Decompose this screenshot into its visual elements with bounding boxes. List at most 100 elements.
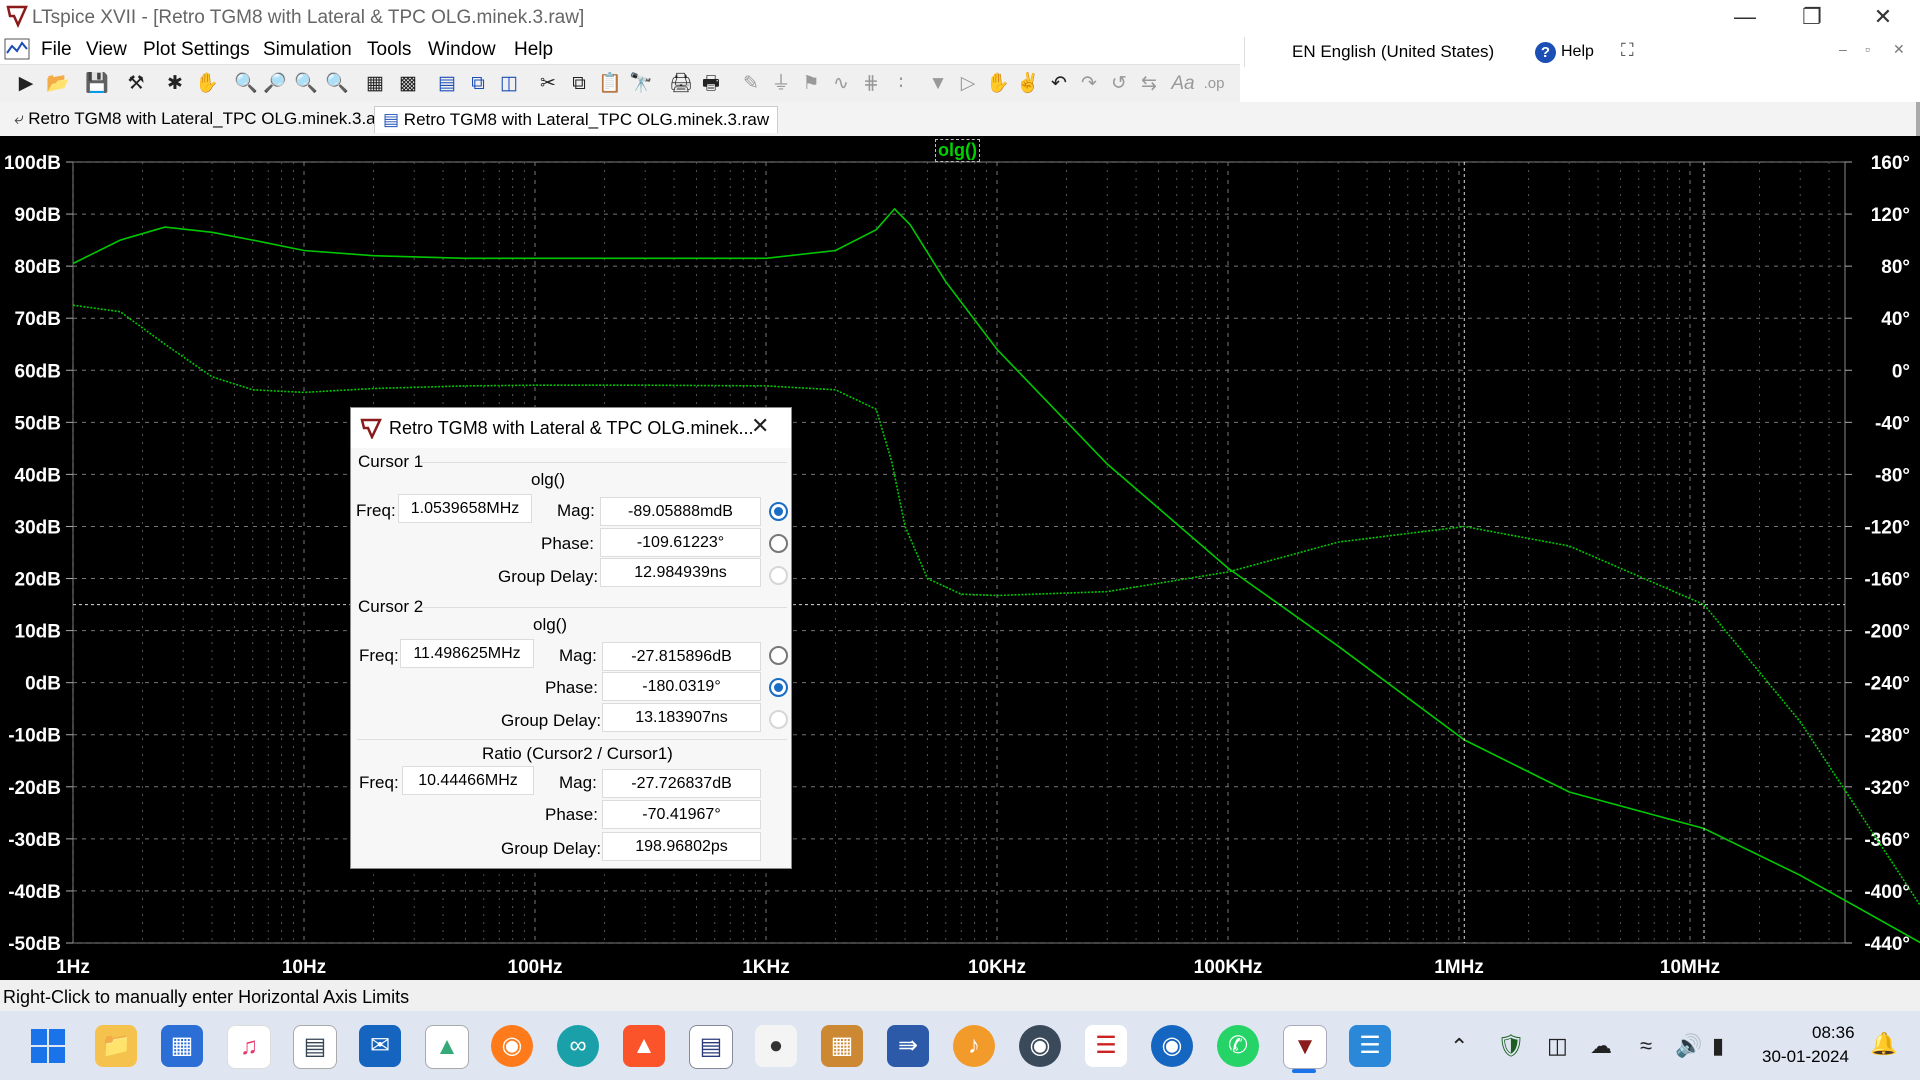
- brave-icon[interactable]: ▲: [623, 1025, 665, 1067]
- tab-schematic[interactable]: ⤶ Retro TGM8 with Lateral_TPC OLG.minek.…: [6, 106, 401, 132]
- mdi-close-button[interactable]: ✕: [1893, 41, 1905, 58]
- mail-icon[interactable]: ✉: [359, 1025, 401, 1067]
- cursor2-freq-field[interactable]: 11.498625MHz: [400, 639, 534, 668]
- resistor-icon[interactable]: ∿: [828, 71, 854, 97]
- undo-icon[interactable]: ↶: [1046, 71, 1072, 97]
- ratio-mag-field[interactable]: -27.726837dB: [602, 769, 761, 798]
- ground-icon[interactable]: ⏚: [768, 71, 794, 97]
- bluetooth-app-icon[interactable]: ⇛: [887, 1025, 929, 1067]
- expand-icon[interactable]: ⛶: [1621, 40, 1634, 61]
- halt-icon[interactable]: ✱: [162, 71, 188, 97]
- document-icon[interactable]: [4, 37, 30, 61]
- mdi-restore-button[interactable]: ▫: [1865, 41, 1870, 57]
- help-label[interactable]: Help: [1561, 43, 1594, 61]
- cursor-dialog[interactable]: Retro TGM8 with Lateral & TPC OLG.minek.…: [350, 407, 792, 869]
- file-explorer-icon[interactable]: 📁: [95, 1025, 137, 1067]
- menu-file[interactable]: File: [41, 39, 72, 61]
- drag-icon[interactable]: ✌: [1015, 71, 1041, 97]
- control-panel-icon[interactable]: ⚒: [123, 71, 149, 97]
- security-shield-icon[interactable]: 🛡: [1497, 1033, 1525, 1059]
- help-icon[interactable]: ?: [1535, 42, 1556, 63]
- text-icon[interactable]: Aa: [1170, 71, 1196, 97]
- grid-icon[interactable]: ▩: [395, 71, 421, 97]
- cursor2-mag-radio[interactable]: [769, 646, 788, 665]
- trace-label[interactable]: olg(): [935, 139, 980, 162]
- whatsapp-icon[interactable]: ✆: [1217, 1025, 1259, 1067]
- mirror-icon[interactable]: ⇆: [1136, 71, 1162, 97]
- battery-icon[interactable]: ▮: [1712, 1033, 1724, 1059]
- print-setup-icon[interactable]: 🖶: [698, 71, 724, 97]
- dialog-header[interactable]: Retro TGM8 with Lateral & TPC OLG.minek.…: [351, 408, 791, 448]
- move-icon[interactable]: ✋: [985, 71, 1011, 97]
- wifi-icon[interactable]: ≈: [1640, 1033, 1652, 1059]
- volume-icon[interactable]: 🔊: [1675, 1033, 1702, 1059]
- steam-app-icon[interactable]: ◉: [1019, 1025, 1061, 1067]
- menu-tools[interactable]: Tools: [367, 39, 411, 61]
- save-icon[interactable]: 💾: [84, 71, 110, 97]
- language-indicator[interactable]: EN English (United States): [1292, 42, 1494, 62]
- onedrive-cloud-icon[interactable]: ☁: [1590, 1033, 1612, 1059]
- vpn-app-icon[interactable]: ◉: [1151, 1025, 1193, 1067]
- label-net-icon[interactable]: ⚑: [798, 71, 824, 97]
- calculator-app-icon[interactable]: ▦: [821, 1025, 863, 1067]
- bode-plot-svg[interactable]: 100dB 90dB 80dB 70dB 60dB 50dB 40dB 30dB 20dB 10d…: [0, 136, 1920, 980]
- print-icon[interactable]: 🖨: [668, 71, 694, 97]
- microsoft-store-icon[interactable]: ▦: [161, 1025, 203, 1067]
- paste-icon[interactable]: 📋: [597, 71, 623, 97]
- waveform-plot[interactable]: 100dB 90dB 80dB 70dB 60dB 50dB 40dB 30dB 20dB 10d…: [0, 136, 1920, 980]
- firefox-icon[interactable]: ◉: [491, 1025, 533, 1067]
- audio-app-icon[interactable]: ♪: [953, 1025, 995, 1067]
- mdi-minimize-button[interactable]: –: [1839, 41, 1847, 57]
- ratio-gd-field[interactable]: 198.96802ps: [602, 832, 761, 861]
- rotate-icon[interactable]: ↺: [1106, 71, 1132, 97]
- tile-horizontal-icon[interactable]: ▤: [434, 71, 460, 97]
- alien-app-icon[interactable]: ●: [755, 1025, 797, 1067]
- app-icon[interactable]: ▤: [689, 1025, 733, 1069]
- winamp-app-icon[interactable]: ☰: [1085, 1025, 1127, 1067]
- tab-waveform[interactable]: ▤ Retro TGM8 with Lateral_TPC OLG.minek.…: [374, 106, 779, 133]
- cursor1-mag-radio[interactable]: [769, 502, 788, 521]
- clock-date[interactable]: 30-01-2024: [1762, 1047, 1849, 1067]
- close-button[interactable]: ✕: [1853, 0, 1913, 35]
- component-icon[interactable]: ▷: [955, 71, 981, 97]
- zoom-area-icon[interactable]: 🔎: [262, 71, 288, 97]
- photos-icon[interactable]: ▲: [425, 1025, 469, 1069]
- restore-button[interactable]: ❐: [1782, 0, 1842, 35]
- autorange-icon[interactable]: ▦: [362, 71, 388, 97]
- menu-help[interactable]: Help: [514, 39, 553, 61]
- cut-icon[interactable]: ✂: [535, 71, 561, 97]
- clock-time[interactable]: 08:36: [1812, 1023, 1855, 1043]
- spice-directive-icon[interactable]: .op: [1201, 71, 1227, 97]
- copy-icon[interactable]: ⧉: [566, 71, 592, 97]
- zoom-cancel-icon[interactable]: 🔍: [324, 71, 350, 97]
- menu-simulation[interactable]: Simulation: [263, 39, 352, 61]
- notification-bell-icon[interactable]: 🔔: [1870, 1031, 1897, 1057]
- start-windows-icon[interactable]: [27, 1025, 69, 1067]
- redo-icon[interactable]: ↷: [1076, 71, 1102, 97]
- run-icon[interactable]: ▶: [13, 71, 39, 97]
- cursor1-phase-field[interactable]: -109.61223°: [600, 528, 761, 557]
- diode-icon[interactable]: ▼: [925, 71, 951, 97]
- edge-icon[interactable]: ∞: [557, 1025, 599, 1067]
- notepad-taskbar-icon[interactable]: ☰: [1349, 1025, 1391, 1067]
- cursor2-gd-radio[interactable]: [769, 710, 788, 729]
- cascade-icon[interactable]: ⧉: [465, 71, 491, 97]
- dialog-close-button[interactable]: ✕: [751, 413, 769, 439]
- cursor1-gd-field[interactable]: 12.984939ns: [600, 558, 761, 587]
- pan-hand-icon[interactable]: ✋: [194, 71, 220, 97]
- usb-icon[interactable]: ◫: [1547, 1033, 1568, 1059]
- cursor1-mag-field[interactable]: -89.05888mdB: [600, 497, 761, 526]
- minimize-button[interactable]: —: [1715, 0, 1775, 35]
- cursor2-phase-radio[interactable]: [769, 678, 788, 697]
- zoom-out-icon[interactable]: 🔍: [293, 71, 319, 97]
- ltspice-taskbar-icon[interactable]: ▼: [1283, 1025, 1327, 1069]
- cursor1-freq-field[interactable]: 1.0539658MHz: [398, 494, 532, 523]
- notepad-app-icon[interactable]: ▤: [293, 1025, 337, 1069]
- menu-plot-settings[interactable]: Plot Settings: [143, 39, 250, 61]
- cursor1-phase-radio[interactable]: [769, 534, 788, 553]
- capacitor-icon[interactable]: ⋕: [858, 71, 884, 97]
- itunes-icon[interactable]: ♫: [227, 1025, 271, 1069]
- menu-view[interactable]: View: [86, 39, 127, 61]
- cursor2-gd-field[interactable]: 13.183907ns: [602, 703, 761, 732]
- chevron-up-icon[interactable]: ⌃: [1450, 1034, 1468, 1060]
